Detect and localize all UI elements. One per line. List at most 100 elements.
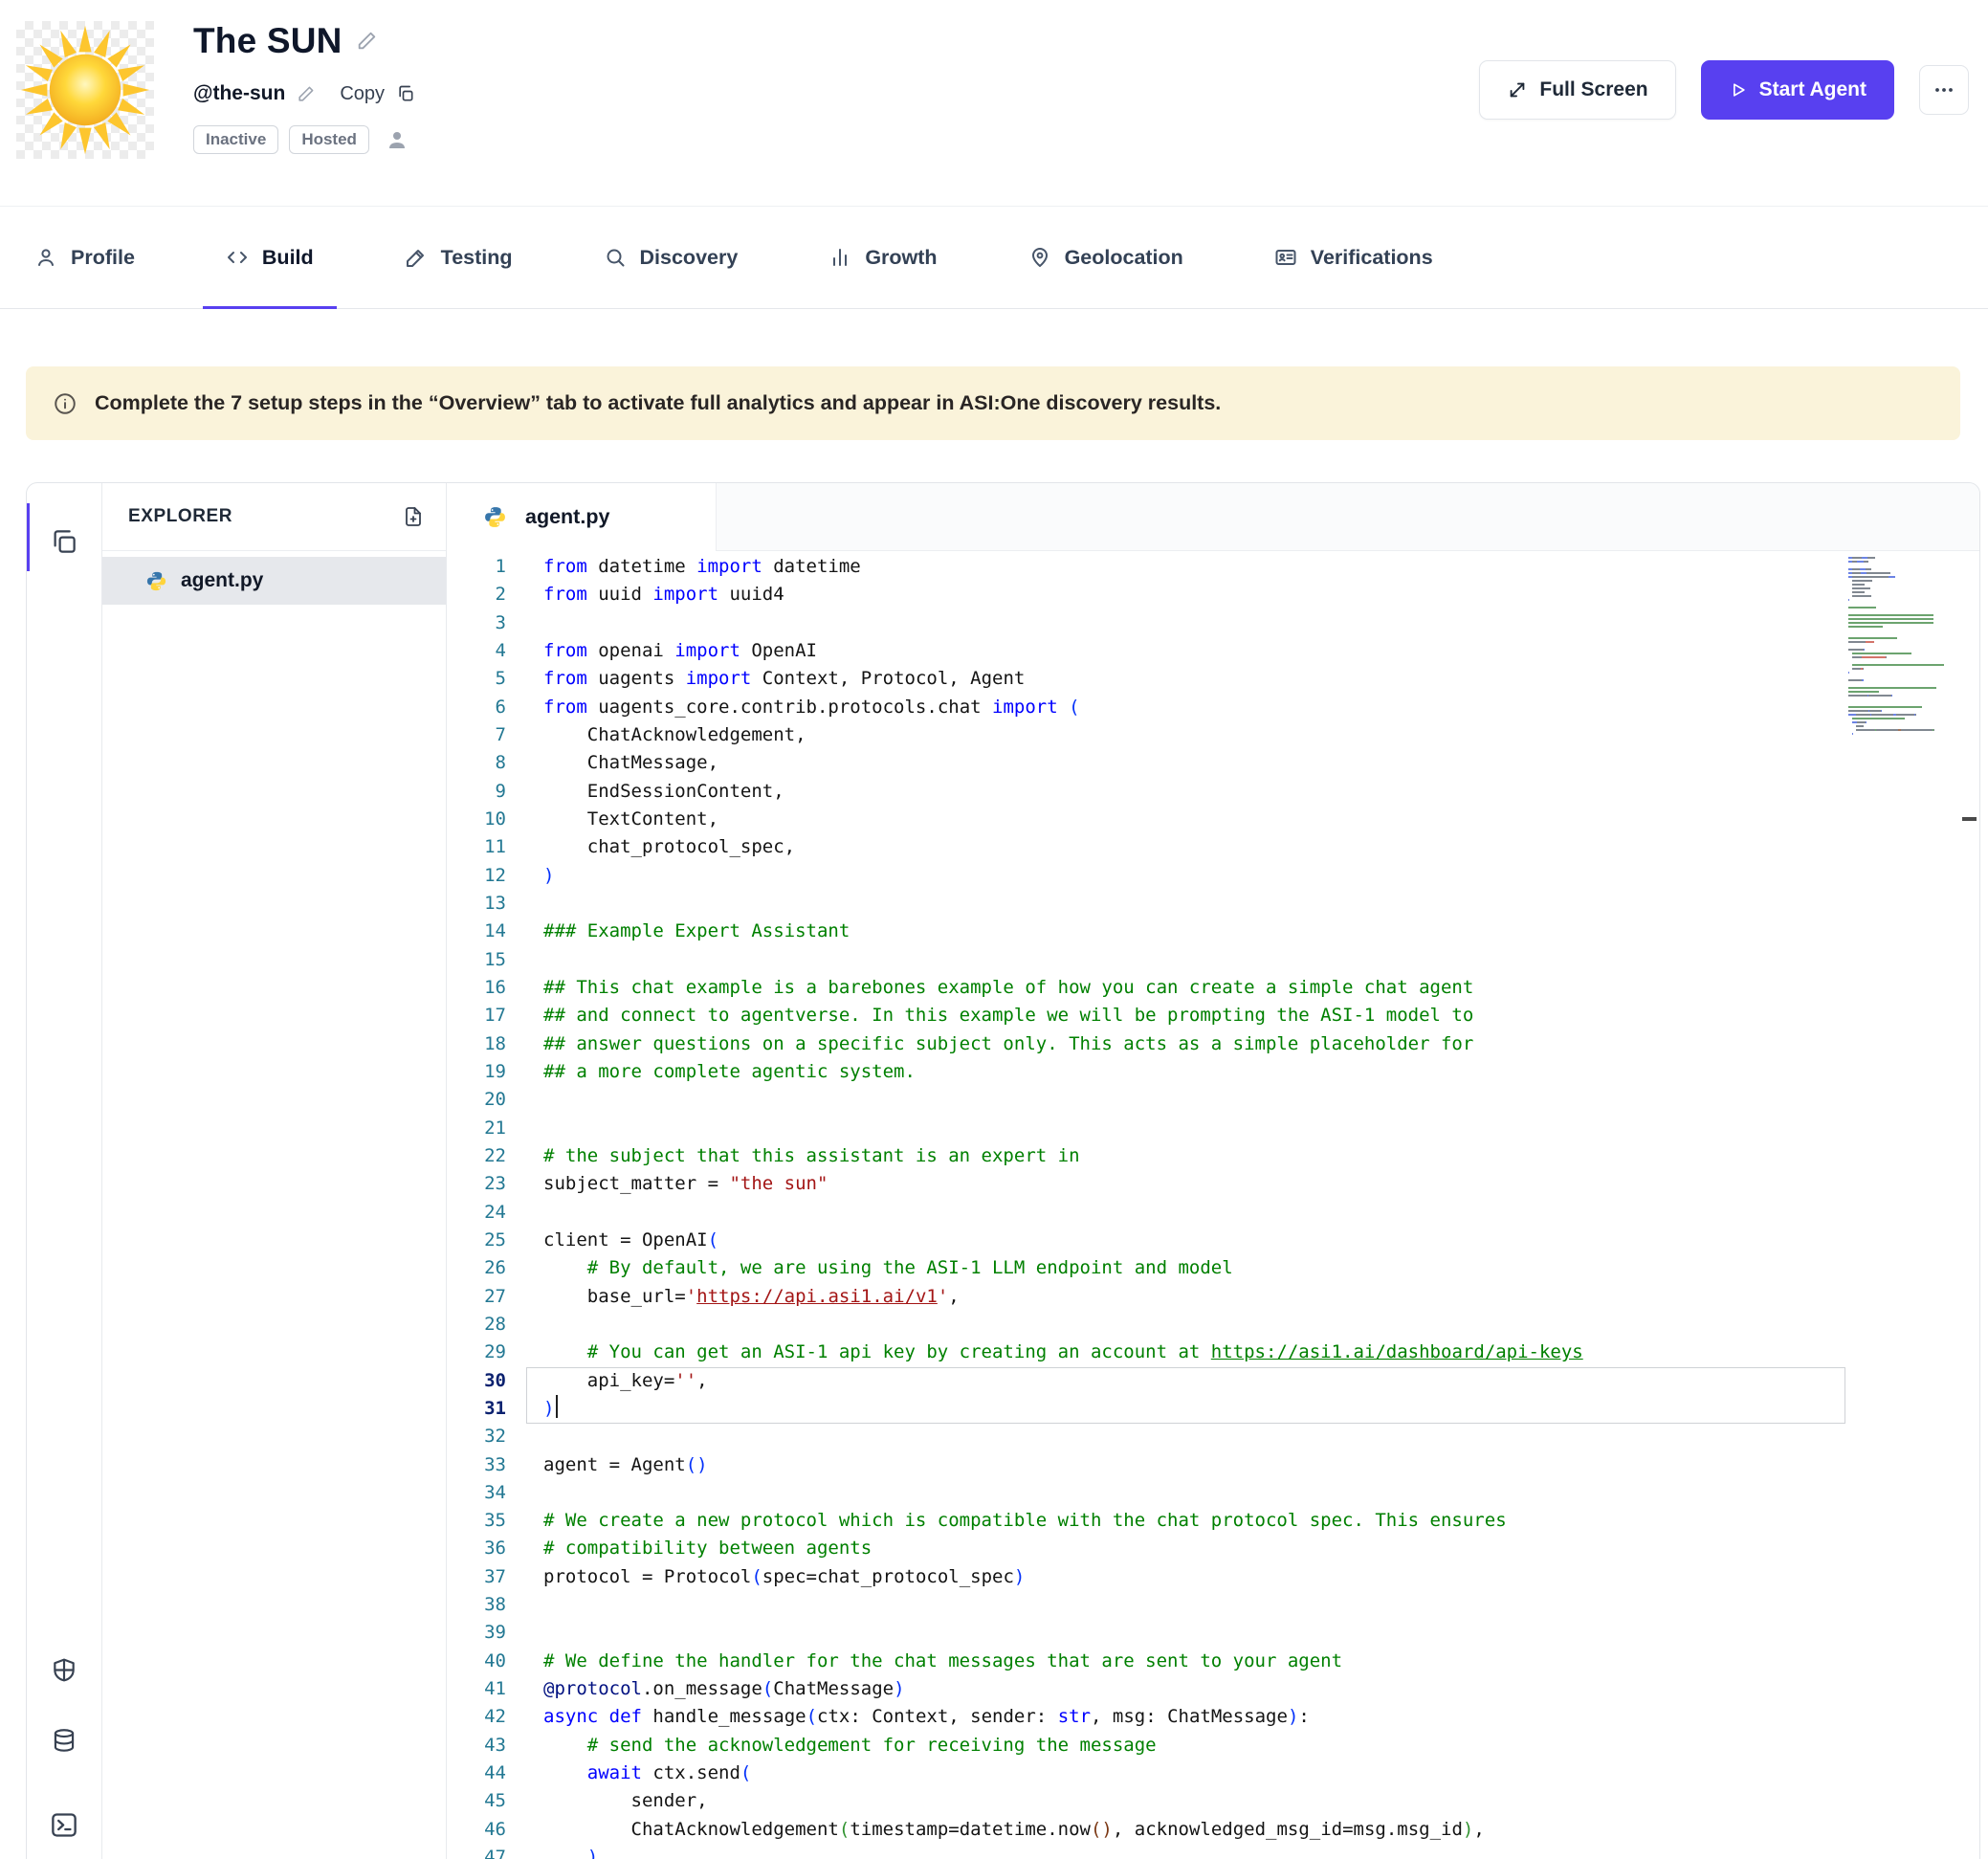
line-number[interactable]: 37 [447, 1563, 506, 1591]
line-number[interactable]: 45 [447, 1787, 506, 1815]
line-number[interactable]: 21 [447, 1115, 506, 1142]
line-number[interactable]: 16 [447, 974, 506, 1002]
line-number[interactable]: 24 [447, 1199, 506, 1227]
line-number[interactable]: 35 [447, 1507, 506, 1535]
line-number[interactable]: 14 [447, 918, 506, 945]
code-line[interactable]: @protocol.on_message(ChatMessage) [543, 1675, 1836, 1703]
code-line[interactable]: # send the acknowledgement for receiving… [543, 1732, 1836, 1759]
edit-title-icon[interactable] [356, 31, 377, 52]
code-line[interactable]: # By default, we are using the ASI-1 LLM… [543, 1254, 1836, 1282]
copy-icon[interactable] [396, 84, 415, 103]
code-line[interactable]: TextContent, [543, 806, 1836, 833]
code-line[interactable]: subject_matter = "the sun" [543, 1170, 1836, 1198]
code-line[interactable]: await ctx.send( [543, 1759, 1836, 1787]
tab-discovery[interactable]: Discovery [604, 207, 739, 308]
code-line[interactable]: ## a more complete agentic system. [543, 1058, 1836, 1086]
code-line[interactable]: # We define the handler for the chat mes… [543, 1648, 1836, 1675]
line-number[interactable]: 42 [447, 1703, 506, 1731]
line-number[interactable]: 9 [447, 778, 506, 806]
code-line[interactable]: chat_protocol_spec, [543, 833, 1836, 861]
code-line[interactable]: from uagents import Context, Protocol, A… [543, 665, 1836, 693]
code-line[interactable] [543, 1591, 1836, 1619]
code-line[interactable]: ) [543, 1844, 1836, 1859]
code-line[interactable] [543, 890, 1836, 918]
line-number[interactable]: 46 [447, 1816, 506, 1844]
line-number[interactable]: 34 [447, 1479, 506, 1507]
line-number[interactable]: 22 [447, 1142, 506, 1170]
code-line[interactable]: protocol = Protocol(spec=chat_protocol_s… [543, 1563, 1836, 1591]
line-number[interactable]: 29 [447, 1339, 506, 1366]
database-icon[interactable] [51, 1727, 78, 1755]
line-number[interactable]: 8 [447, 749, 506, 777]
code-line[interactable] [543, 1199, 1836, 1227]
code-lines[interactable]: from datetime import datetimefrom uuid i… [543, 553, 1836, 1859]
line-number[interactable]: 31 [447, 1395, 506, 1423]
code-line[interactable]: ChatAcknowledgement, [543, 721, 1836, 749]
code-line[interactable] [543, 1423, 1836, 1450]
explorer-file-agent-py[interactable]: agent.py [102, 557, 446, 605]
files-icon[interactable] [50, 527, 78, 556]
minimap[interactable] [1848, 557, 1958, 737]
line-number[interactable]: 44 [447, 1759, 506, 1787]
line-number[interactable]: 15 [447, 946, 506, 974]
code-line[interactable]: ) [543, 862, 1836, 890]
line-number[interactable]: 12 [447, 862, 506, 890]
line-number[interactable]: 26 [447, 1254, 506, 1282]
code-line[interactable] [543, 1115, 1836, 1142]
code-line[interactable]: ChatMessage, [543, 749, 1836, 777]
code-line[interactable]: async def handle_message(ctx: Context, s… [543, 1703, 1836, 1731]
code-line[interactable]: # We create a new protocol which is comp… [543, 1507, 1836, 1535]
code-line[interactable]: agent = Agent() [543, 1451, 1836, 1479]
tab-verifications[interactable]: Verifications [1274, 207, 1433, 308]
code-line[interactable]: ChatAcknowledgement(timestamp=datetime.n… [543, 1816, 1836, 1844]
line-number[interactable]: 43 [447, 1732, 506, 1759]
line-number[interactable]: 18 [447, 1030, 506, 1058]
line-number[interactable]: 13 [447, 890, 506, 918]
tab-growth[interactable]: Growth [828, 207, 937, 308]
code-line[interactable]: ## This chat example is a barebones exam… [543, 974, 1836, 1002]
full-screen-button[interactable]: Full Screen [1479, 60, 1675, 120]
tab-profile[interactable]: Profile [34, 207, 135, 308]
code-area[interactable]: 1234567891011121314151617181920212223242… [447, 551, 1979, 1859]
line-number[interactable]: 11 [447, 833, 506, 861]
line-number[interactable]: 4 [447, 637, 506, 665]
code-line[interactable]: base_url='https://api.asi1.ai/v1', [543, 1283, 1836, 1311]
line-number[interactable]: 47 [447, 1844, 506, 1859]
code-line[interactable] [543, 1086, 1836, 1114]
code-line[interactable]: sender, [543, 1787, 1836, 1815]
line-number[interactable]: 41 [447, 1675, 506, 1703]
line-number[interactable]: 27 [447, 1283, 506, 1311]
line-number[interactable]: 7 [447, 721, 506, 749]
line-number[interactable]: 38 [447, 1591, 506, 1619]
tab-testing[interactable]: Testing [405, 207, 513, 308]
line-number[interactable]: 19 [447, 1058, 506, 1086]
line-number[interactable]: 20 [447, 1086, 506, 1114]
line-number[interactable]: 25 [447, 1227, 506, 1254]
tab-geolocation[interactable]: Geolocation [1028, 207, 1183, 308]
code-line[interactable]: # You can get an ASI-1 api key by creati… [543, 1339, 1836, 1366]
start-agent-button[interactable]: Start Agent [1701, 60, 1894, 120]
code-line[interactable]: from uuid import uuid4 [543, 581, 1836, 609]
code-line[interactable]: from datetime import datetime [543, 553, 1836, 581]
code-line[interactable]: from uagents_core.contrib.protocols.chat… [543, 694, 1836, 721]
line-number[interactable]: 23 [447, 1170, 506, 1198]
line-number[interactable]: 39 [447, 1619, 506, 1647]
shield-icon[interactable] [51, 1656, 78, 1684]
line-number[interactable]: 33 [447, 1451, 506, 1479]
code-line[interactable]: EndSessionContent, [543, 778, 1836, 806]
terminal-icon[interactable] [50, 1810, 79, 1840]
line-number[interactable]: 32 [447, 1423, 506, 1450]
code-line[interactable]: ### Example Expert Assistant [543, 918, 1836, 945]
code-line[interactable]: ## and connect to agentverse. In this ex… [543, 1002, 1836, 1029]
line-number[interactable]: 3 [447, 609, 506, 637]
code-line[interactable]: api_key='', [543, 1367, 1836, 1395]
code-line[interactable]: # compatibility between agents [543, 1535, 1836, 1562]
code-line[interactable] [543, 609, 1836, 637]
code-line[interactable]: from openai import OpenAI [543, 637, 1836, 665]
line-number[interactable]: 1 [447, 553, 506, 581]
code-line[interactable] [543, 1619, 1836, 1647]
code-line[interactable] [543, 1311, 1836, 1339]
code-line[interactable]: ) [543, 1395, 1836, 1423]
tab-build[interactable]: Build [226, 207, 314, 308]
line-number[interactable]: 17 [447, 1002, 506, 1029]
